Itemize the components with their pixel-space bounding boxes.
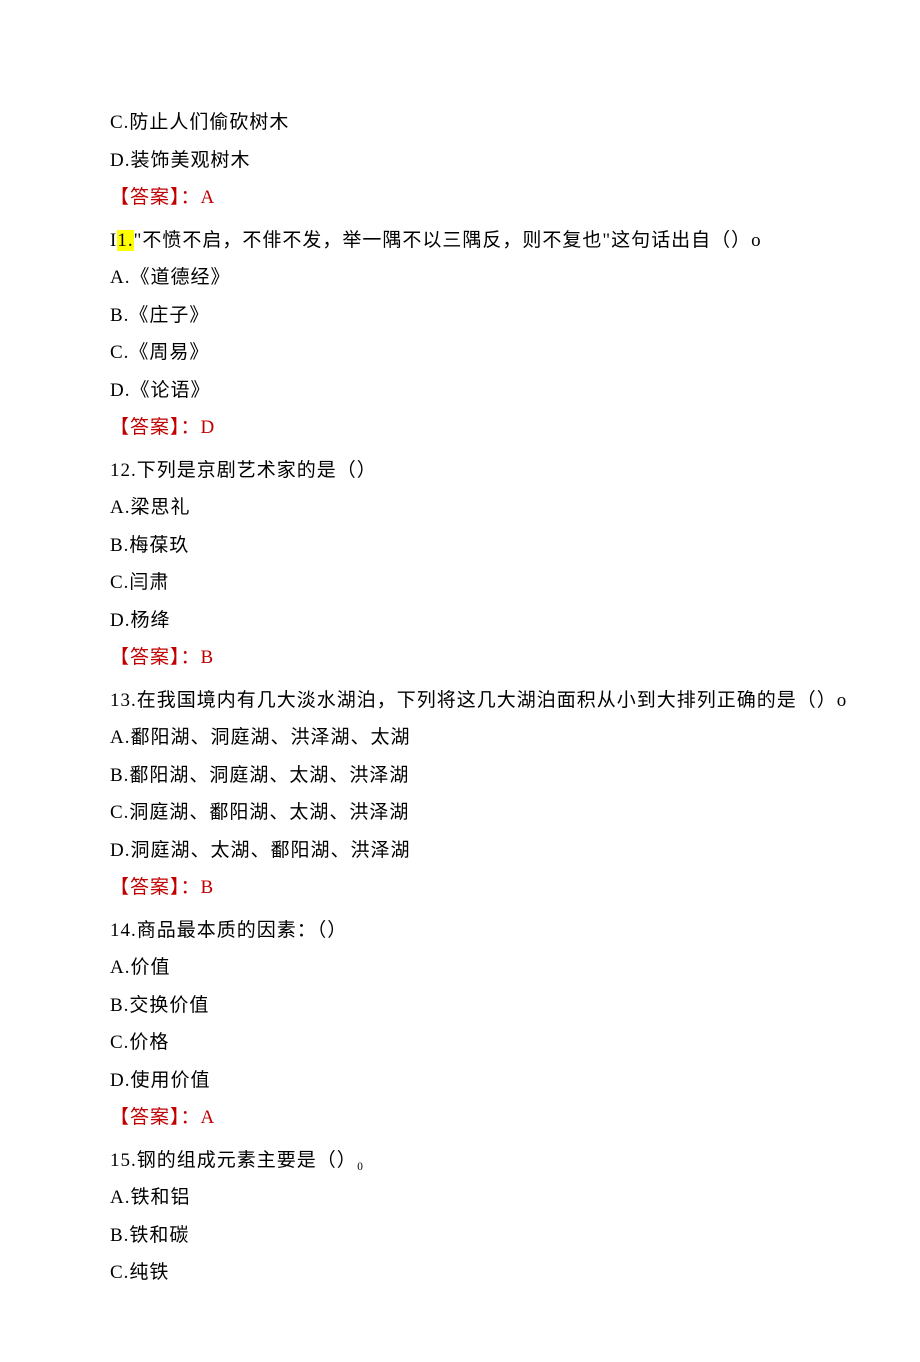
option-d: D.使用价值	[110, 1067, 920, 1096]
question-15: 15.钢的组成元素主要是（）₀ A.铁和铝 B.铁和碳 C.纯铁	[110, 1147, 920, 1288]
option-a: A.铁和铝	[110, 1184, 920, 1213]
answer-label: 【答案】：	[110, 877, 201, 898]
option-a: A.《道德经》	[110, 264, 920, 293]
answer-label: 【答案】：	[110, 417, 201, 438]
answer-label: 【答案】：	[110, 1107, 201, 1128]
question-12: 12.下列是京剧艺术家的是（） A.梁思礼 B.梅葆玖 C.闫肃 D.杨绛 【答…	[110, 457, 920, 673]
option-d: D.《论语》	[110, 377, 920, 406]
option-d: D.洞庭湖、太湖、鄱阳湖、洪泽湖	[110, 837, 920, 866]
question-stem: 14.商品最本质的因素：（）	[110, 917, 920, 946]
answer-value: A	[201, 187, 216, 208]
option-c: C.闫肃	[110, 569, 920, 598]
question-13: 13.在我国境内有几大淡水湖泊，下列将这几大湖泊面积从小到大排列正确的是（）o …	[110, 687, 920, 903]
option-c: C.价格	[110, 1029, 920, 1058]
question-stem: 15.钢的组成元素主要是（）₀	[110, 1147, 920, 1176]
option-a: A.价值	[110, 954, 920, 983]
answer-line: 【答案】：B	[110, 874, 920, 903]
option-b: B.鄱阳湖、洞庭湖、太湖、洪泽湖	[110, 762, 920, 791]
stem-text: "不愤不启，不俳不发，举一隅不以三隅反，则不复也"这句话出自（）o	[134, 230, 762, 251]
answer-line: 【答案】：D	[110, 414, 920, 443]
option-b: B.《庄子》	[110, 302, 920, 331]
option-b: B.铁和碳	[110, 1222, 920, 1251]
answer-label: 【答案】：	[110, 647, 201, 668]
option-c: C.纯铁	[110, 1259, 920, 1288]
option-a: A.鄱阳湖、洞庭湖、洪泽湖、太湖	[110, 724, 920, 753]
answer-value: D	[201, 417, 216, 438]
answer-value: B	[201, 647, 215, 668]
question-10-tail: C.防止人们偷砍树木 D.装饰美观树木 【答案】：A	[110, 109, 920, 213]
question-14: 14.商品最本质的因素：（） A.价值 B.交换价值 C.价格 D.使用价值 【…	[110, 917, 920, 1133]
answer-value: A	[201, 1107, 216, 1128]
option-c: C.洞庭湖、鄱阳湖、太湖、洪泽湖	[110, 799, 920, 828]
answer-line: 【答案】：A	[110, 1104, 920, 1133]
answer-line: 【答案】：A	[110, 184, 920, 213]
stem-number-highlight: 1.	[117, 230, 133, 251]
answer-label: 【答案】：	[110, 187, 201, 208]
question-stem: I1."不愤不启，不俳不发，举一隅不以三隅反，则不复也"这句话出自（）o	[110, 227, 920, 256]
option-c: C.《周易》	[110, 339, 920, 368]
option-c: C.防止人们偷砍树木	[110, 109, 920, 138]
question-11: I1."不愤不启，不俳不发，举一隅不以三隅反，则不复也"这句话出自（）o A.《…	[110, 227, 920, 443]
option-d: D.杨绛	[110, 607, 920, 636]
option-d: D.装饰美观树木	[110, 147, 920, 176]
answer-line: 【答案】：B	[110, 644, 920, 673]
option-a: A.梁思礼	[110, 494, 920, 523]
question-stem: 12.下列是京剧艺术家的是（）	[110, 457, 920, 486]
option-b: B.交换价值	[110, 992, 920, 1021]
question-stem: 13.在我国境内有几大淡水湖泊，下列将这几大湖泊面积从小到大排列正确的是（）o	[110, 687, 920, 716]
option-b: B.梅葆玖	[110, 532, 920, 561]
answer-value: B	[201, 877, 215, 898]
